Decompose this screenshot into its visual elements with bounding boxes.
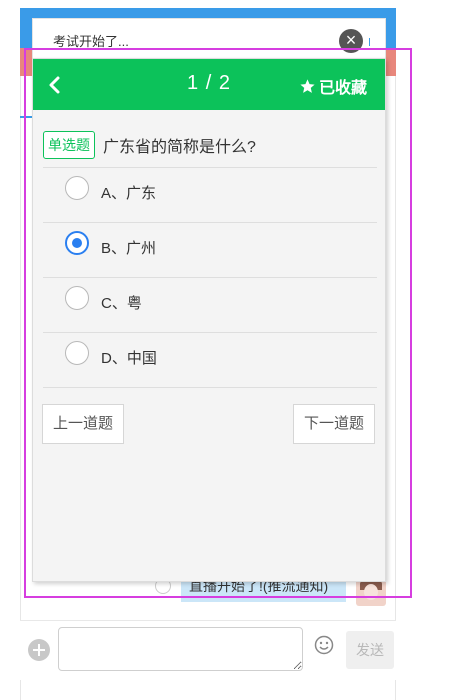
- question-row: 单选题 广东省的简称是什么?: [43, 131, 256, 159]
- close-icon[interactable]: ×: [339, 29, 363, 53]
- notice-popup: 考试开始了... ×: [32, 18, 386, 58]
- next-question-button[interactable]: 下一道题: [292, 404, 375, 444]
- radio-button[interactable]: [65, 176, 89, 200]
- option-d[interactable]: D、中国: [43, 333, 377, 387]
- option-b[interactable]: B、广州: [43, 223, 377, 277]
- divider: [43, 387, 377, 388]
- quiz-panel: 1 / 2 已收藏 单选题 广东省的简称是什么? A、广东 B、广州 C、粤 D…: [32, 58, 386, 582]
- prev-question-button[interactable]: 上一道题: [42, 404, 125, 444]
- message-input[interactable]: [58, 627, 303, 671]
- favorite-label: 已收藏: [318, 80, 367, 97]
- input-bar: 发送: [20, 620, 396, 680]
- tab-indicator: [20, 116, 32, 118]
- quiz-header: 1 / 2 已收藏: [33, 59, 385, 110]
- emoji-icon[interactable]: [314, 635, 334, 655]
- option-label: A、广东: [101, 185, 157, 202]
- option-label: D、中国: [101, 350, 157, 367]
- question-type-tag: 单选题: [43, 131, 95, 159]
- question-text: 广东省的简称是什么?: [103, 139, 256, 156]
- notice-edge: [369, 38, 370, 46]
- favorite-button[interactable]: 已收藏: [299, 74, 367, 98]
- radio-button[interactable]: [65, 341, 89, 365]
- option-a[interactable]: A、广东: [43, 168, 377, 222]
- notice-text: 考试开始了...: [53, 34, 129, 49]
- option-c[interactable]: C、粤: [43, 278, 377, 332]
- radio-button-checked[interactable]: [65, 231, 89, 255]
- radio-button[interactable]: [65, 286, 89, 310]
- plus-icon[interactable]: [28, 639, 50, 661]
- send-button[interactable]: 发送: [346, 631, 394, 669]
- option-label: C、粤: [101, 295, 142, 312]
- option-label: B、广州: [101, 240, 157, 257]
- star-icon: [300, 78, 315, 93]
